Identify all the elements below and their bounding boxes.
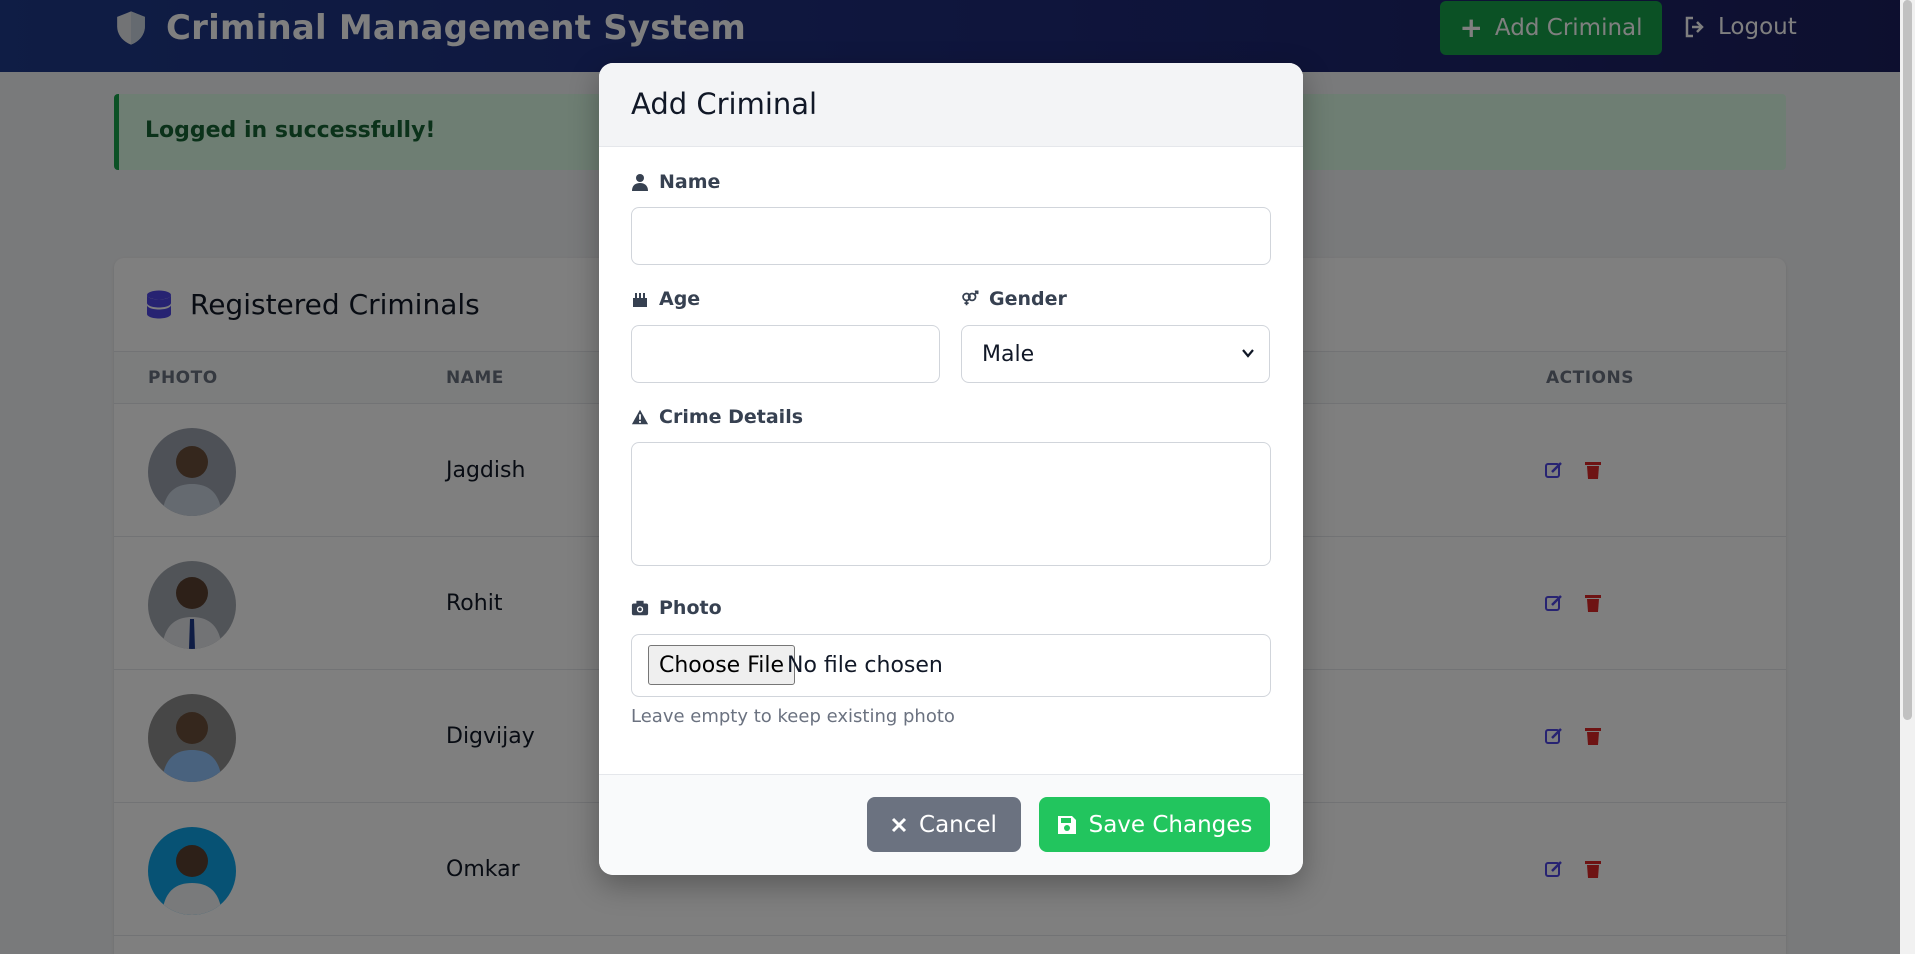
name-field[interactable] (631, 207, 1271, 265)
save-label: Save Changes (1088, 811, 1253, 838)
crime-label-text: Crime Details (659, 406, 804, 428)
gender-label-text: Gender (989, 288, 1067, 310)
close-icon (891, 817, 907, 832)
modal-footer: Cancel Save Changes (599, 774, 1303, 875)
gender-selected-value: Male (982, 341, 1035, 367)
age-field[interactable] (631, 325, 940, 383)
age-label: Age (631, 288, 700, 310)
venus-mars-icon (962, 290, 979, 306)
age-label-text: Age (659, 288, 701, 310)
crime-details-textarea[interactable] (631, 442, 1271, 566)
gender-select[interactable]: Male (961, 325, 1270, 383)
photo-file-input[interactable]: Choose File No file chosen (631, 634, 1271, 697)
chevron-down-icon (1242, 349, 1254, 358)
name-label: Name (631, 171, 720, 193)
photo-hint: Leave empty to keep existing photo (631, 706, 955, 727)
modal-header: Add Criminal (599, 63, 1303, 147)
page-scrollbar[interactable] (1900, 0, 1915, 954)
camera-icon (631, 600, 649, 616)
modal-title: Add Criminal (631, 87, 818, 121)
cancel-button[interactable]: Cancel (867, 797, 1021, 852)
photo-label: Photo (631, 597, 722, 619)
gender-label: Gender (961, 288, 1067, 310)
birthday-cake-icon (633, 293, 647, 307)
save-changes-button[interactable]: Save Changes (1039, 797, 1270, 852)
add-criminal-modal: Add Criminal Name Age Gender Male Crime … (599, 63, 1303, 875)
warning-icon (631, 409, 649, 425)
floppy-disk-icon (1057, 815, 1076, 834)
crime-label: Crime Details (631, 406, 803, 428)
photo-label-text: Photo (659, 597, 722, 619)
choose-file-button[interactable]: Choose File (648, 645, 796, 685)
cancel-label: Cancel (919, 811, 997, 838)
user-icon (632, 174, 648, 191)
file-status: No file chosen (787, 653, 943, 678)
scrollbar-thumb[interactable] (1903, 0, 1912, 720)
name-label-text: Name (659, 171, 721, 193)
